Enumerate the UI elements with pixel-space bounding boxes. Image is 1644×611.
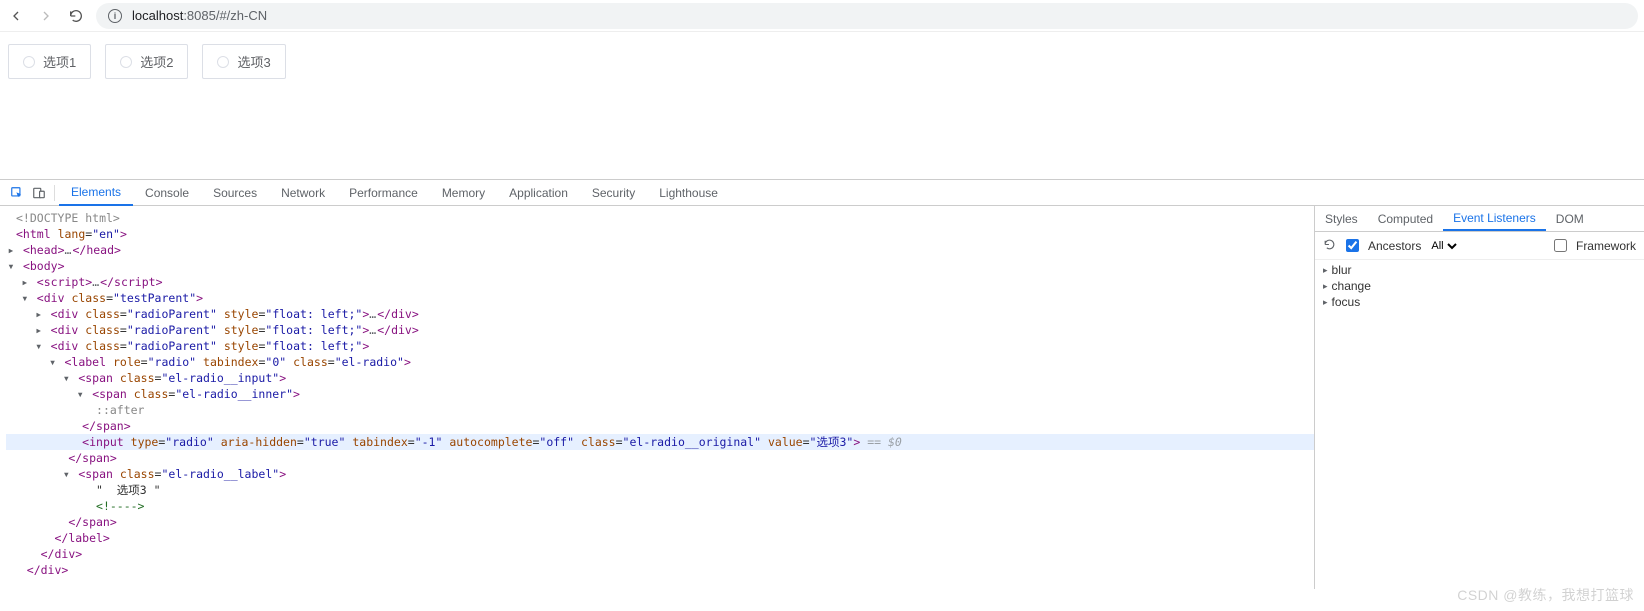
dom-span-label-open[interactable]: ▾ <span class="el-radio__label">: [6, 466, 1314, 482]
tab-network[interactable]: Network: [269, 180, 337, 206]
devtools-sidebar: Styles Computed Event Listeners DOM Ance…: [1314, 206, 1644, 589]
event-listeners-toolbar: Ancestors All Framework: [1315, 232, 1644, 260]
dom-html-open[interactable]: <html lang="en">: [6, 226, 1314, 242]
tab-lighthouse[interactable]: Lighthouse: [647, 180, 730, 206]
radio-label: 选项1: [43, 52, 76, 71]
dom-radioparent-3-close[interactable]: </div>: [6, 546, 1314, 562]
tab-elements[interactable]: Elements: [59, 180, 133, 206]
filter-select[interactable]: All: [1427, 239, 1460, 253]
reload-button[interactable]: [66, 6, 86, 26]
elements-tree[interactable]: <!DOCTYPE html> <html lang="en"> ▸ <head…: [0, 206, 1314, 589]
dom-after-pseudo[interactable]: ::after: [6, 402, 1314, 418]
radio-icon: [217, 56, 229, 68]
radio-option-1[interactable]: 选项1: [8, 44, 91, 79]
dom-body-open[interactable]: ▾ <body>: [6, 258, 1314, 274]
event-item-focus[interactable]: ▸focus: [1323, 294, 1636, 310]
radio-label: 选项2: [140, 52, 173, 71]
separator: [54, 185, 55, 201]
devtools-panel: Elements Console Sources Network Perform…: [0, 179, 1644, 589]
browser-toolbar: i localhost:8085/#/zh-CN: [0, 0, 1644, 32]
dom-label-open[interactable]: ▾ <label role="radio" tabindex="0" class…: [6, 354, 1314, 370]
sidetab-event-listeners[interactable]: Event Listeners: [1443, 206, 1546, 231]
url-text: localhost:8085/#/zh-CN: [132, 8, 267, 23]
dom-span-label-close[interactable]: </span>: [6, 514, 1314, 530]
sidetab-styles[interactable]: Styles: [1315, 206, 1368, 231]
dom-script[interactable]: ▸ <script>…</script>: [6, 274, 1314, 290]
tab-sources[interactable]: Sources: [201, 180, 269, 206]
dom-label-text[interactable]: " 选项3 ": [6, 482, 1314, 498]
dom-radioparent-3-open[interactable]: ▾ <div class="radioParent" style="float:…: [6, 338, 1314, 354]
sidetab-dom[interactable]: DOM: [1546, 206, 1594, 231]
radio-option-3[interactable]: 选项3: [202, 44, 285, 79]
devtools-tabbar: Elements Console Sources Network Perform…: [0, 180, 1644, 206]
ancestors-checkbox[interactable]: [1346, 239, 1359, 252]
sidebar-tabbar: Styles Computed Event Listeners DOM: [1315, 206, 1644, 232]
refresh-icon[interactable]: [1323, 238, 1336, 254]
event-item-blur[interactable]: ▸blur: [1323, 262, 1636, 278]
dom-radioparent-2[interactable]: ▸ <div class="radioParent" style="float:…: [6, 322, 1314, 338]
dom-radioparent-1[interactable]: ▸ <div class="radioParent" style="float:…: [6, 306, 1314, 322]
framework-label: Framework: [1576, 239, 1636, 253]
tab-security[interactable]: Security: [580, 180, 647, 206]
site-info-icon[interactable]: i: [108, 9, 122, 23]
framework-checkbox[interactable]: [1554, 239, 1567, 252]
event-list: ▸blur ▸change ▸focus: [1315, 260, 1644, 312]
dom-input-selected[interactable]: <input type="radio" aria-hidden="true" t…: [6, 434, 1314, 450]
tab-performance[interactable]: Performance: [337, 180, 430, 206]
radio-icon: [120, 56, 132, 68]
dom-span-input-close[interactable]: </span>: [6, 450, 1314, 466]
inspect-icon[interactable]: [6, 182, 28, 204]
radio-option-2[interactable]: 选项2: [105, 44, 188, 79]
tab-application[interactable]: Application: [497, 180, 580, 206]
dom-span-input-open[interactable]: ▾ <span class="el-radio__input">: [6, 370, 1314, 386]
page-content: 选项1 选项2 选项3: [0, 32, 1644, 179]
forward-button[interactable]: [36, 6, 56, 26]
dom-span-inner-close[interactable]: </span>: [6, 418, 1314, 434]
event-item-change[interactable]: ▸change: [1323, 278, 1636, 294]
address-bar[interactable]: i localhost:8085/#/zh-CN: [96, 3, 1638, 29]
dom-testparent-close[interactable]: </div>: [6, 562, 1314, 578]
tab-console[interactable]: Console: [133, 180, 201, 206]
dom-comment[interactable]: <!---->: [6, 498, 1314, 514]
dom-span-inner-open[interactable]: ▾ <span class="el-radio__inner">: [6, 386, 1314, 402]
dom-testparent-open[interactable]: ▾ <div class="testParent">: [6, 290, 1314, 306]
radio-label: 选项3: [237, 52, 270, 71]
sidetab-computed[interactable]: Computed: [1368, 206, 1443, 231]
radio-icon: [23, 56, 35, 68]
dom-head[interactable]: ▸ <head>…</head>: [6, 242, 1314, 258]
dom-label-close[interactable]: </label>: [6, 530, 1314, 546]
ancestors-label: Ancestors: [1368, 239, 1421, 253]
device-toggle-icon[interactable]: [28, 182, 50, 204]
dom-doctype[interactable]: <!DOCTYPE html>: [6, 210, 1314, 226]
tab-memory[interactable]: Memory: [430, 180, 497, 206]
back-button[interactable]: [6, 6, 26, 26]
